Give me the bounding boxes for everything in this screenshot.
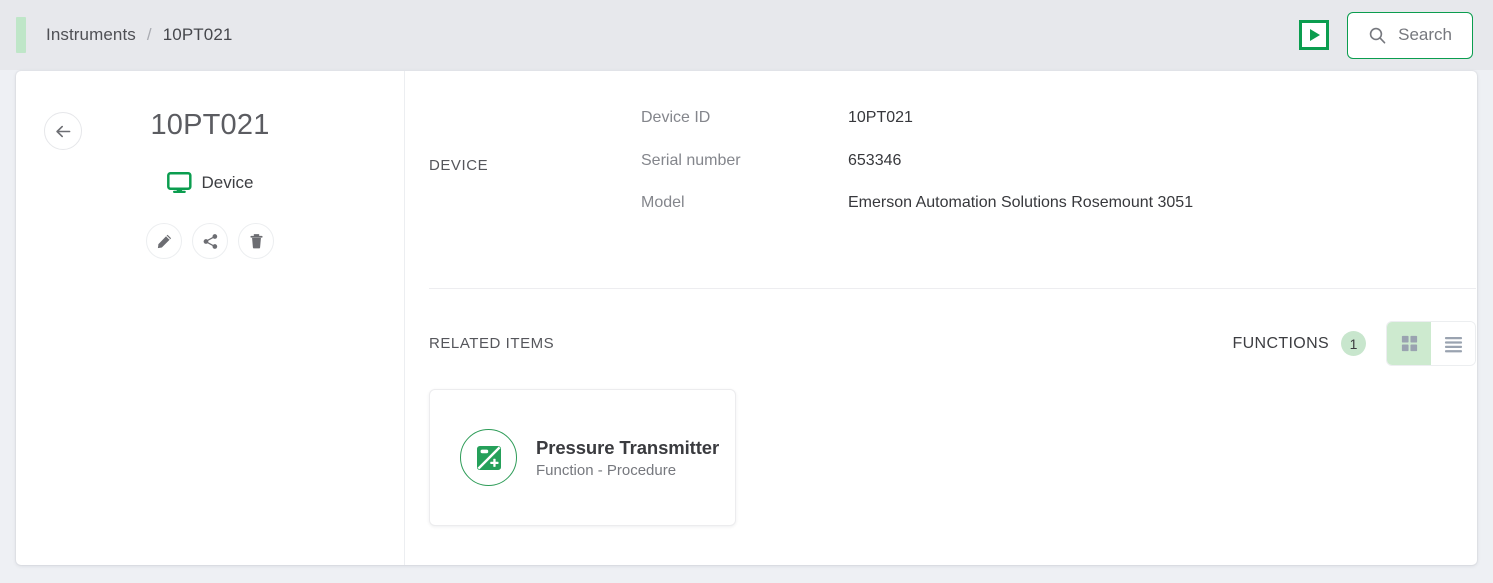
- field-row: Device ID 10PT021: [641, 109, 1477, 152]
- breadcrumb: Instruments / 10PT021: [46, 25, 232, 45]
- breadcrumb-separator: /: [146, 25, 152, 44]
- play-square-icon[interactable]: [1299, 20, 1330, 50]
- device-section-caption: DEVICE: [429, 157, 489, 174]
- related-item-icon-ring: [460, 429, 517, 486]
- breadcrumb-item-current[interactable]: 10PT021: [163, 25, 233, 45]
- related-item-title: Pressure Transmitter: [536, 436, 720, 458]
- share-button[interactable]: [192, 223, 228, 259]
- field-value-serial-number: 653346: [848, 151, 902, 169]
- related-item-text: Pressure Transmitter Function - Procedur…: [536, 437, 719, 479]
- entity-summary-panel: 10PT021 Device: [16, 71, 405, 565]
- detail-card: 10PT021 Device DEVICE Device ID 10PT021 …: [16, 71, 1477, 565]
- related-items-controls: FUNCTIONS 1: [1233, 321, 1476, 366]
- list-view-icon: [1444, 337, 1462, 353]
- grid-view-icon: [1401, 335, 1417, 352]
- related-items-header: RELATED ITEMS FUNCTIONS 1: [429, 321, 1476, 366]
- field-label-model: Model: [641, 194, 685, 211]
- delete-button[interactable]: [238, 223, 274, 259]
- related-item-card[interactable]: Pressure Transmitter Function - Procedur…: [429, 389, 736, 526]
- image-plus-icon: [476, 445, 501, 470]
- related-item-subtitle: Function - Procedure: [536, 461, 677, 479]
- trash-icon: [249, 233, 263, 248]
- edit-button[interactable]: [146, 223, 182, 259]
- top-bar-actions: Search: [1299, 11, 1473, 59]
- field-row: Model Emerson Automation Solutions Rosem…: [641, 194, 1477, 237]
- search-icon: [1369, 27, 1386, 44]
- field-value-device-id: 10PT021: [848, 109, 913, 126]
- pencil-icon: [157, 234, 171, 248]
- device-field-list: Device ID 10PT021 Serial number 653346 M…: [641, 109, 1477, 237]
- accent-bar: [16, 17, 26, 53]
- entity-type-row: Device: [16, 172, 404, 194]
- list-view-button[interactable]: [1431, 322, 1475, 365]
- functions-label: FUNCTIONS: [1232, 334, 1329, 352]
- share-icon: [203, 233, 217, 249]
- field-row: Serial number 653346: [641, 152, 1477, 195]
- entity-action-row: [16, 223, 404, 259]
- entity-type-label: Device: [201, 173, 254, 192]
- section-divider: [429, 288, 1476, 289]
- monitor-icon: [166, 172, 192, 193]
- breadcrumb-item-instruments[interactable]: Instruments: [46, 25, 136, 45]
- functions-count-badge: 1: [1341, 331, 1366, 356]
- search-button-label: Search: [1398, 25, 1452, 44]
- related-items-caption: RELATED ITEMS: [429, 335, 555, 352]
- field-label-serial-number: Serial number: [641, 151, 741, 169]
- search-button[interactable]: Search: [1347, 11, 1473, 59]
- field-label-device-id: Device ID: [641, 109, 711, 126]
- page-title: 10PT021: [150, 109, 270, 141]
- view-mode-toggle: [1386, 321, 1476, 366]
- grid-view-button[interactable]: [1387, 322, 1431, 365]
- device-section: DEVICE Device ID 10PT021 Serial number 6…: [405, 71, 1477, 237]
- play-triangle-icon: [1310, 29, 1321, 41]
- top-bar: Instruments / 10PT021 Search: [0, 0, 1493, 70]
- field-value-model: Emerson Automation Solutions Rosemount 3…: [848, 194, 1194, 211]
